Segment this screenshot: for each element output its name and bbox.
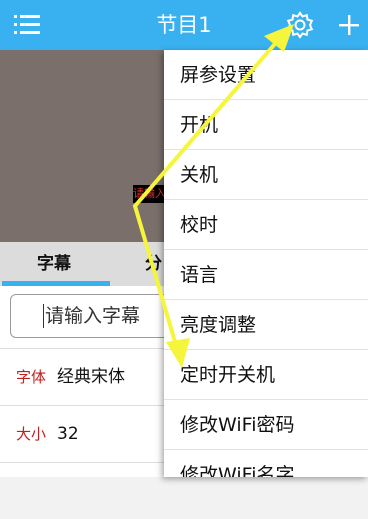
- size-value: 32: [57, 424, 79, 444]
- menu-item-language[interactable]: 语言: [164, 250, 368, 300]
- menu-item-scheduled-power[interactable]: 定时开关机: [164, 350, 368, 400]
- top-bar: 节目1: [0, 0, 368, 50]
- text-caret: [43, 304, 44, 328]
- plus-icon[interactable]: [337, 10, 361, 40]
- font-value: 经典宋体: [57, 367, 125, 387]
- menu-item-screen-params[interactable]: 屏参设置: [164, 50, 368, 100]
- menu-item-wifi-password[interactable]: 修改WiFi密码: [164, 400, 368, 450]
- menu-item-power-off[interactable]: 关机: [164, 150, 368, 200]
- font-label: 字体: [16, 368, 47, 386]
- size-label: 大小: [16, 425, 47, 443]
- menu-item-time-sync[interactable]: 校时: [164, 200, 368, 250]
- gear-icon[interactable]: [286, 11, 314, 39]
- tab-subtitle[interactable]: 字幕: [37, 242, 71, 286]
- menu-item-wifi-name[interactable]: 修改WiFi名字: [164, 450, 368, 477]
- settings-dropdown-menu: 屏参设置 开机 关机 校时 语言 亮度调整 定时开关机 修改WiFi密码 修改W…: [164, 50, 368, 477]
- tab-partial[interactable]: 分: [145, 242, 162, 286]
- menu-icon[interactable]: [14, 13, 40, 37]
- menu-item-power-on[interactable]: 开机: [164, 100, 368, 150]
- menu-item-brightness[interactable]: 亮度调整: [164, 300, 368, 350]
